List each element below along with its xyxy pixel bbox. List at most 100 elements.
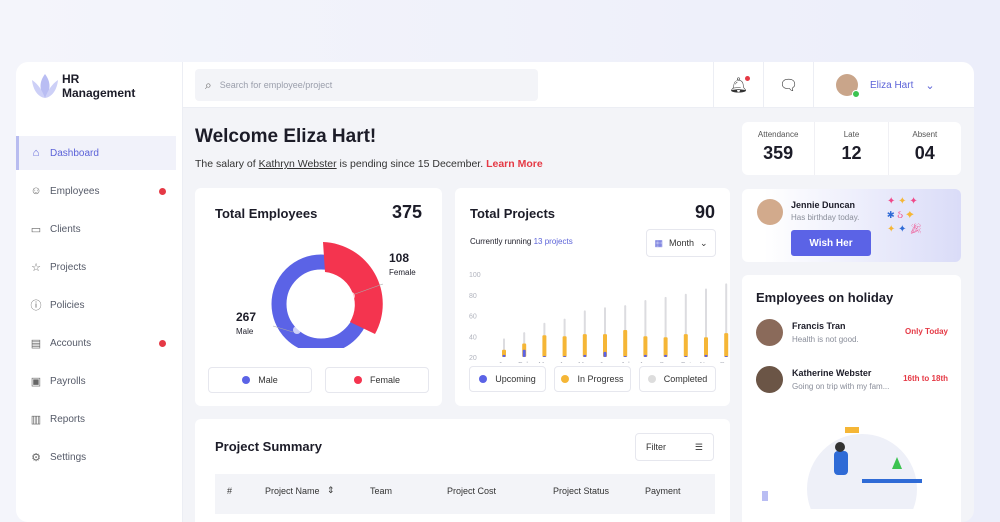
stat-value: 04 [914, 143, 935, 163]
search-input[interactable]: ⌕ Search for employee/project [195, 69, 538, 101]
avatar [757, 199, 783, 225]
holiday-item[interactable]: Francis Tran Health is not good. Only To… [742, 315, 961, 355]
notifications-button[interactable]: 🔔︎ [713, 62, 763, 108]
sidebar-item-accounts[interactable]: ▤ Accounts [16, 326, 176, 360]
x-tick-label: Sep [659, 362, 672, 363]
notice-text-2: is pending since 15 December. [336, 158, 487, 170]
legend-female[interactable]: Female [325, 367, 429, 393]
learn-more-link[interactable]: Learn More [486, 158, 543, 170]
user-name: Eliza Hart [870, 79, 914, 91]
card-title: Project Summary [215, 439, 322, 454]
x-tick-label: Apr [559, 362, 571, 363]
bar-upcoming [583, 354, 587, 357]
wish-her-button[interactable]: Wish Her [791, 230, 871, 256]
notification-dot [159, 188, 166, 195]
x-tick-label: Dec [720, 362, 730, 363]
confetti-icon: ✦ ✦ ✦ ✱ ઠ ✦ ✦ ✦ 🎉︎ [887, 196, 923, 235]
logo-icon [32, 74, 58, 98]
stat-late: Late 12 [814, 122, 887, 175]
employee-name: Francis Tran [792, 321, 846, 331]
bar-upcoming [522, 349, 526, 357]
stat-label: Absent [912, 130, 938, 139]
sidebar-item-settings[interactable]: ⚙ Settings [16, 440, 176, 474]
page-title: Welcome Eliza Hart! [195, 126, 377, 147]
avatar [756, 319, 783, 346]
sidebar-item-payrolls[interactable]: ▣ Payrolls [16, 364, 176, 398]
bar-in-progress [663, 337, 668, 357]
running-projects-link[interactable]: 13 projects [534, 237, 573, 246]
avatar [756, 366, 783, 393]
sidebar-item-employees[interactable]: ☺ Employees [16, 174, 176, 208]
filter-label: Filter [646, 442, 666, 452]
legend-label: Male [258, 375, 278, 385]
bar-in-progress [542, 335, 547, 357]
sidebar-item-label: Accounts [50, 337, 92, 349]
female-count: 108 [389, 251, 410, 265]
bar-chart-icon: ▥ [30, 413, 42, 426]
bar-upcoming [542, 355, 546, 357]
stat-value: 359 [763, 143, 794, 163]
bar-in-progress [562, 336, 567, 357]
male-label: Male [236, 327, 254, 336]
column-header: Project Status [553, 486, 610, 496]
y-tick-label: 80 [469, 293, 477, 300]
sidebar-item-policies[interactable]: ⓘ Policies [16, 288, 176, 322]
x-tick-label: Jul [621, 362, 630, 363]
chevron-down-icon: ⌄ [699, 237, 708, 248]
sliders-icon: ☰ [694, 441, 703, 452]
bell-icon: 🔔︎ [728, 76, 751, 94]
sort-icon[interactable]: ⇕ [327, 485, 335, 496]
holiday-note: Health is not good. [792, 335, 859, 344]
x-tick-label: Aug [639, 362, 652, 363]
column-header: Project Cost [447, 486, 497, 496]
legend-in-progress[interactable]: In Progress [554, 366, 631, 392]
running-label: Currently running [470, 237, 534, 246]
sidebar-item-dashboard[interactable]: ⌂ Dashboard [16, 136, 176, 170]
stat-label: Attendance [757, 130, 799, 139]
user-menu[interactable]: Eliza Hart ⌄ [813, 62, 974, 108]
bar-in-progress [724, 333, 729, 357]
bar-upcoming [684, 355, 688, 357]
bar-upcoming [704, 354, 708, 357]
bar-in-progress [582, 334, 587, 357]
chat-icon: 🗨︎ [778, 77, 799, 94]
sidebar-item-reports[interactable]: ▥ Reports [16, 402, 176, 436]
chevron-down-icon: ⌄ [925, 79, 935, 92]
illustration-card [742, 419, 961, 522]
y-tick-label: 100 [469, 272, 481, 279]
holiday-item[interactable]: Katherine Webster Going on trip with my … [742, 362, 961, 402]
app-window: HR Management ⌂ Dashboard ☺ Employees ▭ Client… [16, 62, 974, 522]
legend-upcoming[interactable]: Upcoming [469, 366, 546, 392]
office-illustration [762, 427, 922, 522]
sidebar-item-clients[interactable]: ▭ Clients [16, 212, 176, 246]
employee-link[interactable]: Kathryn Webster [259, 158, 337, 170]
top-header: ⌕ Search for employee/project 🔔︎ 🗨︎ Eliza… [183, 62, 974, 108]
column-header[interactable]: Project Name [265, 486, 320, 496]
app-title: HR Management [62, 72, 135, 100]
x-tick-label: Jun [599, 362, 610, 363]
star-icon: ☆ [31, 261, 41, 274]
legend-male[interactable]: Male [208, 367, 312, 393]
total-projects-card: Total Projects 90 Currently running 13 p… [455, 188, 730, 406]
app-title-line1: HR [62, 72, 80, 86]
filter-button[interactable]: Filter ☰ [635, 433, 714, 461]
legend-completed[interactable]: Completed [639, 366, 716, 392]
sidebar-item-label: Dashboard [50, 147, 99, 159]
y-tick-label: 40 [469, 334, 477, 341]
home-icon: ⌂ [32, 147, 40, 159]
sidebar-item-label: Settings [50, 451, 87, 463]
wallet-icon: ▤ [30, 337, 42, 350]
messages-button[interactable]: 🗨︎ [763, 62, 813, 108]
info-icon: ⓘ [30, 300, 42, 312]
birthday-message: Has birthday today. [791, 213, 860, 222]
card-title: Total Projects [470, 206, 556, 221]
user-icon: ☺ [30, 185, 42, 197]
table-header: # Project Name ⇕ Team Project Cost Project St… [215, 474, 715, 514]
column-header: Team [370, 486, 393, 496]
bar-upcoming [643, 354, 647, 357]
project-summary-card: Project Summary Filter ☰ # Project Name ⇕ Te… [195, 419, 730, 522]
bar-in-progress [704, 337, 708, 357]
notification-dot [159, 340, 166, 347]
sidebar-item-projects[interactable]: ☆ Projects [16, 250, 176, 284]
running-text: Currently running 13 projects [470, 237, 573, 246]
